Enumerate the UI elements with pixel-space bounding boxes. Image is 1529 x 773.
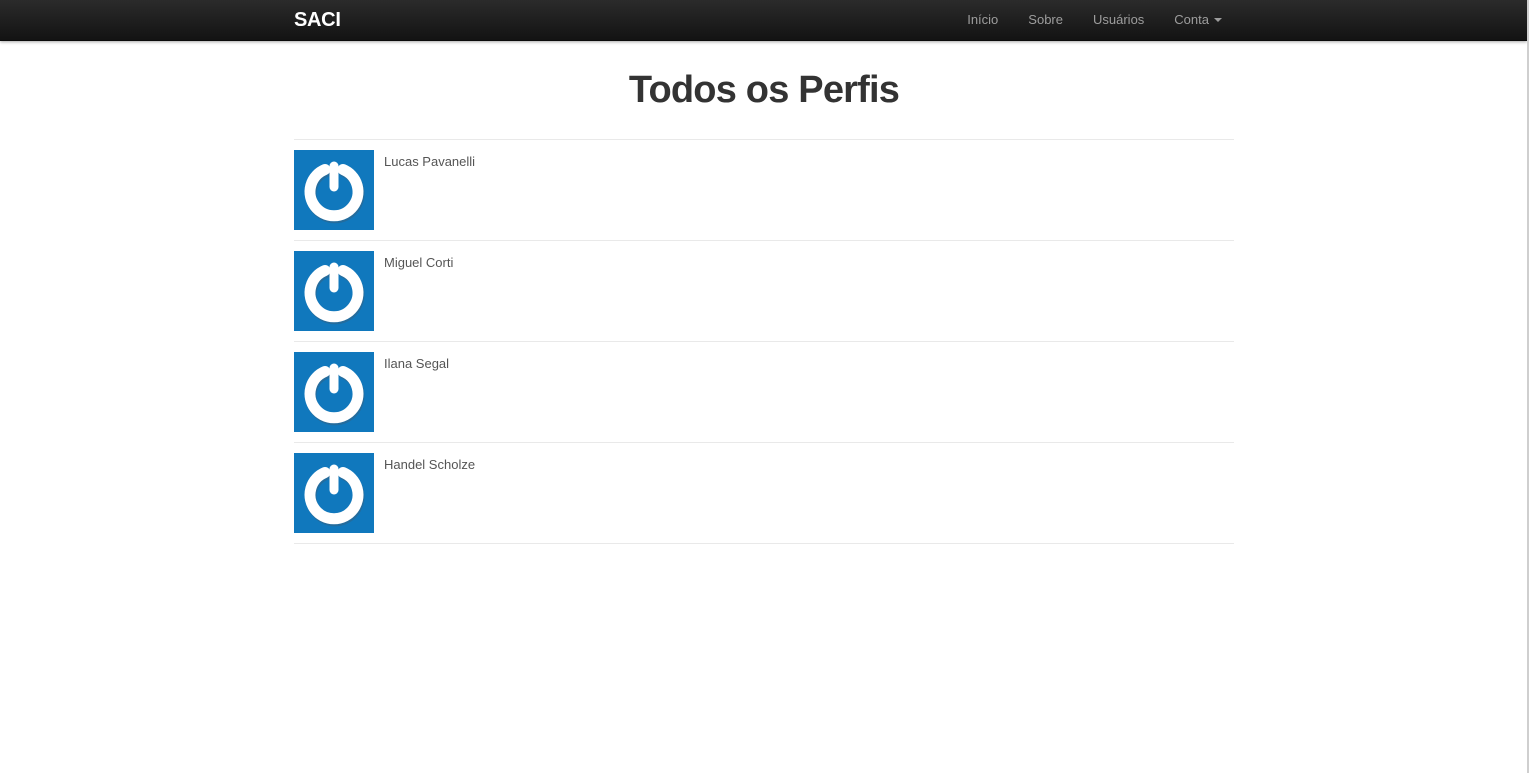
nav-item-sobre[interactable]: Sobre: [1013, 0, 1078, 40]
profile-name[interactable]: Miguel Corti: [384, 255, 453, 270]
main-nav: Início Sobre Usuários Conta: [952, 0, 1232, 40]
nav-item-conta-dropdown[interactable]: Conta: [1159, 0, 1232, 40]
top-navbar: SACI Início Sobre Usuários Conta: [0, 0, 1527, 41]
nav-item-conta-label: Conta: [1174, 12, 1209, 27]
profile-name[interactable]: Ilana Segal: [384, 356, 449, 371]
profile-avatar[interactable]: [294, 150, 374, 230]
caret-down-icon: [1214, 17, 1222, 22]
gravatar-icon: [304, 161, 365, 224]
profile-avatar[interactable]: [294, 453, 374, 533]
profile-item: Miguel Corti: [294, 241, 1234, 342]
profile-name[interactable]: Handel Scholze: [384, 457, 475, 472]
profile-item: Lucas Pavanelli: [294, 140, 1234, 241]
profile-item: Handel Scholze: [294, 443, 1234, 544]
gravatar-icon: [304, 363, 365, 426]
page-title: Todos os Perfis: [628, 69, 900, 111]
nav-item-inicio[interactable]: Início: [952, 0, 1013, 40]
profile-avatar[interactable]: [294, 352, 374, 432]
nav-item-usuarios[interactable]: Usuários: [1078, 0, 1159, 40]
brand-link[interactable]: SACI: [294, 0, 341, 40]
main-content: Todos os Perfis Lucas Pavanelli Miguel C…: [294, 41, 1234, 544]
profile-list: Lucas Pavanelli Miguel Corti Ilana Segal…: [294, 139, 1234, 544]
profile-item: Ilana Segal: [294, 342, 1234, 443]
gravatar-icon: [304, 464, 365, 527]
profile-name[interactable]: Lucas Pavanelli: [384, 154, 475, 169]
profile-avatar[interactable]: [294, 251, 374, 331]
gravatar-icon: [304, 262, 365, 325]
